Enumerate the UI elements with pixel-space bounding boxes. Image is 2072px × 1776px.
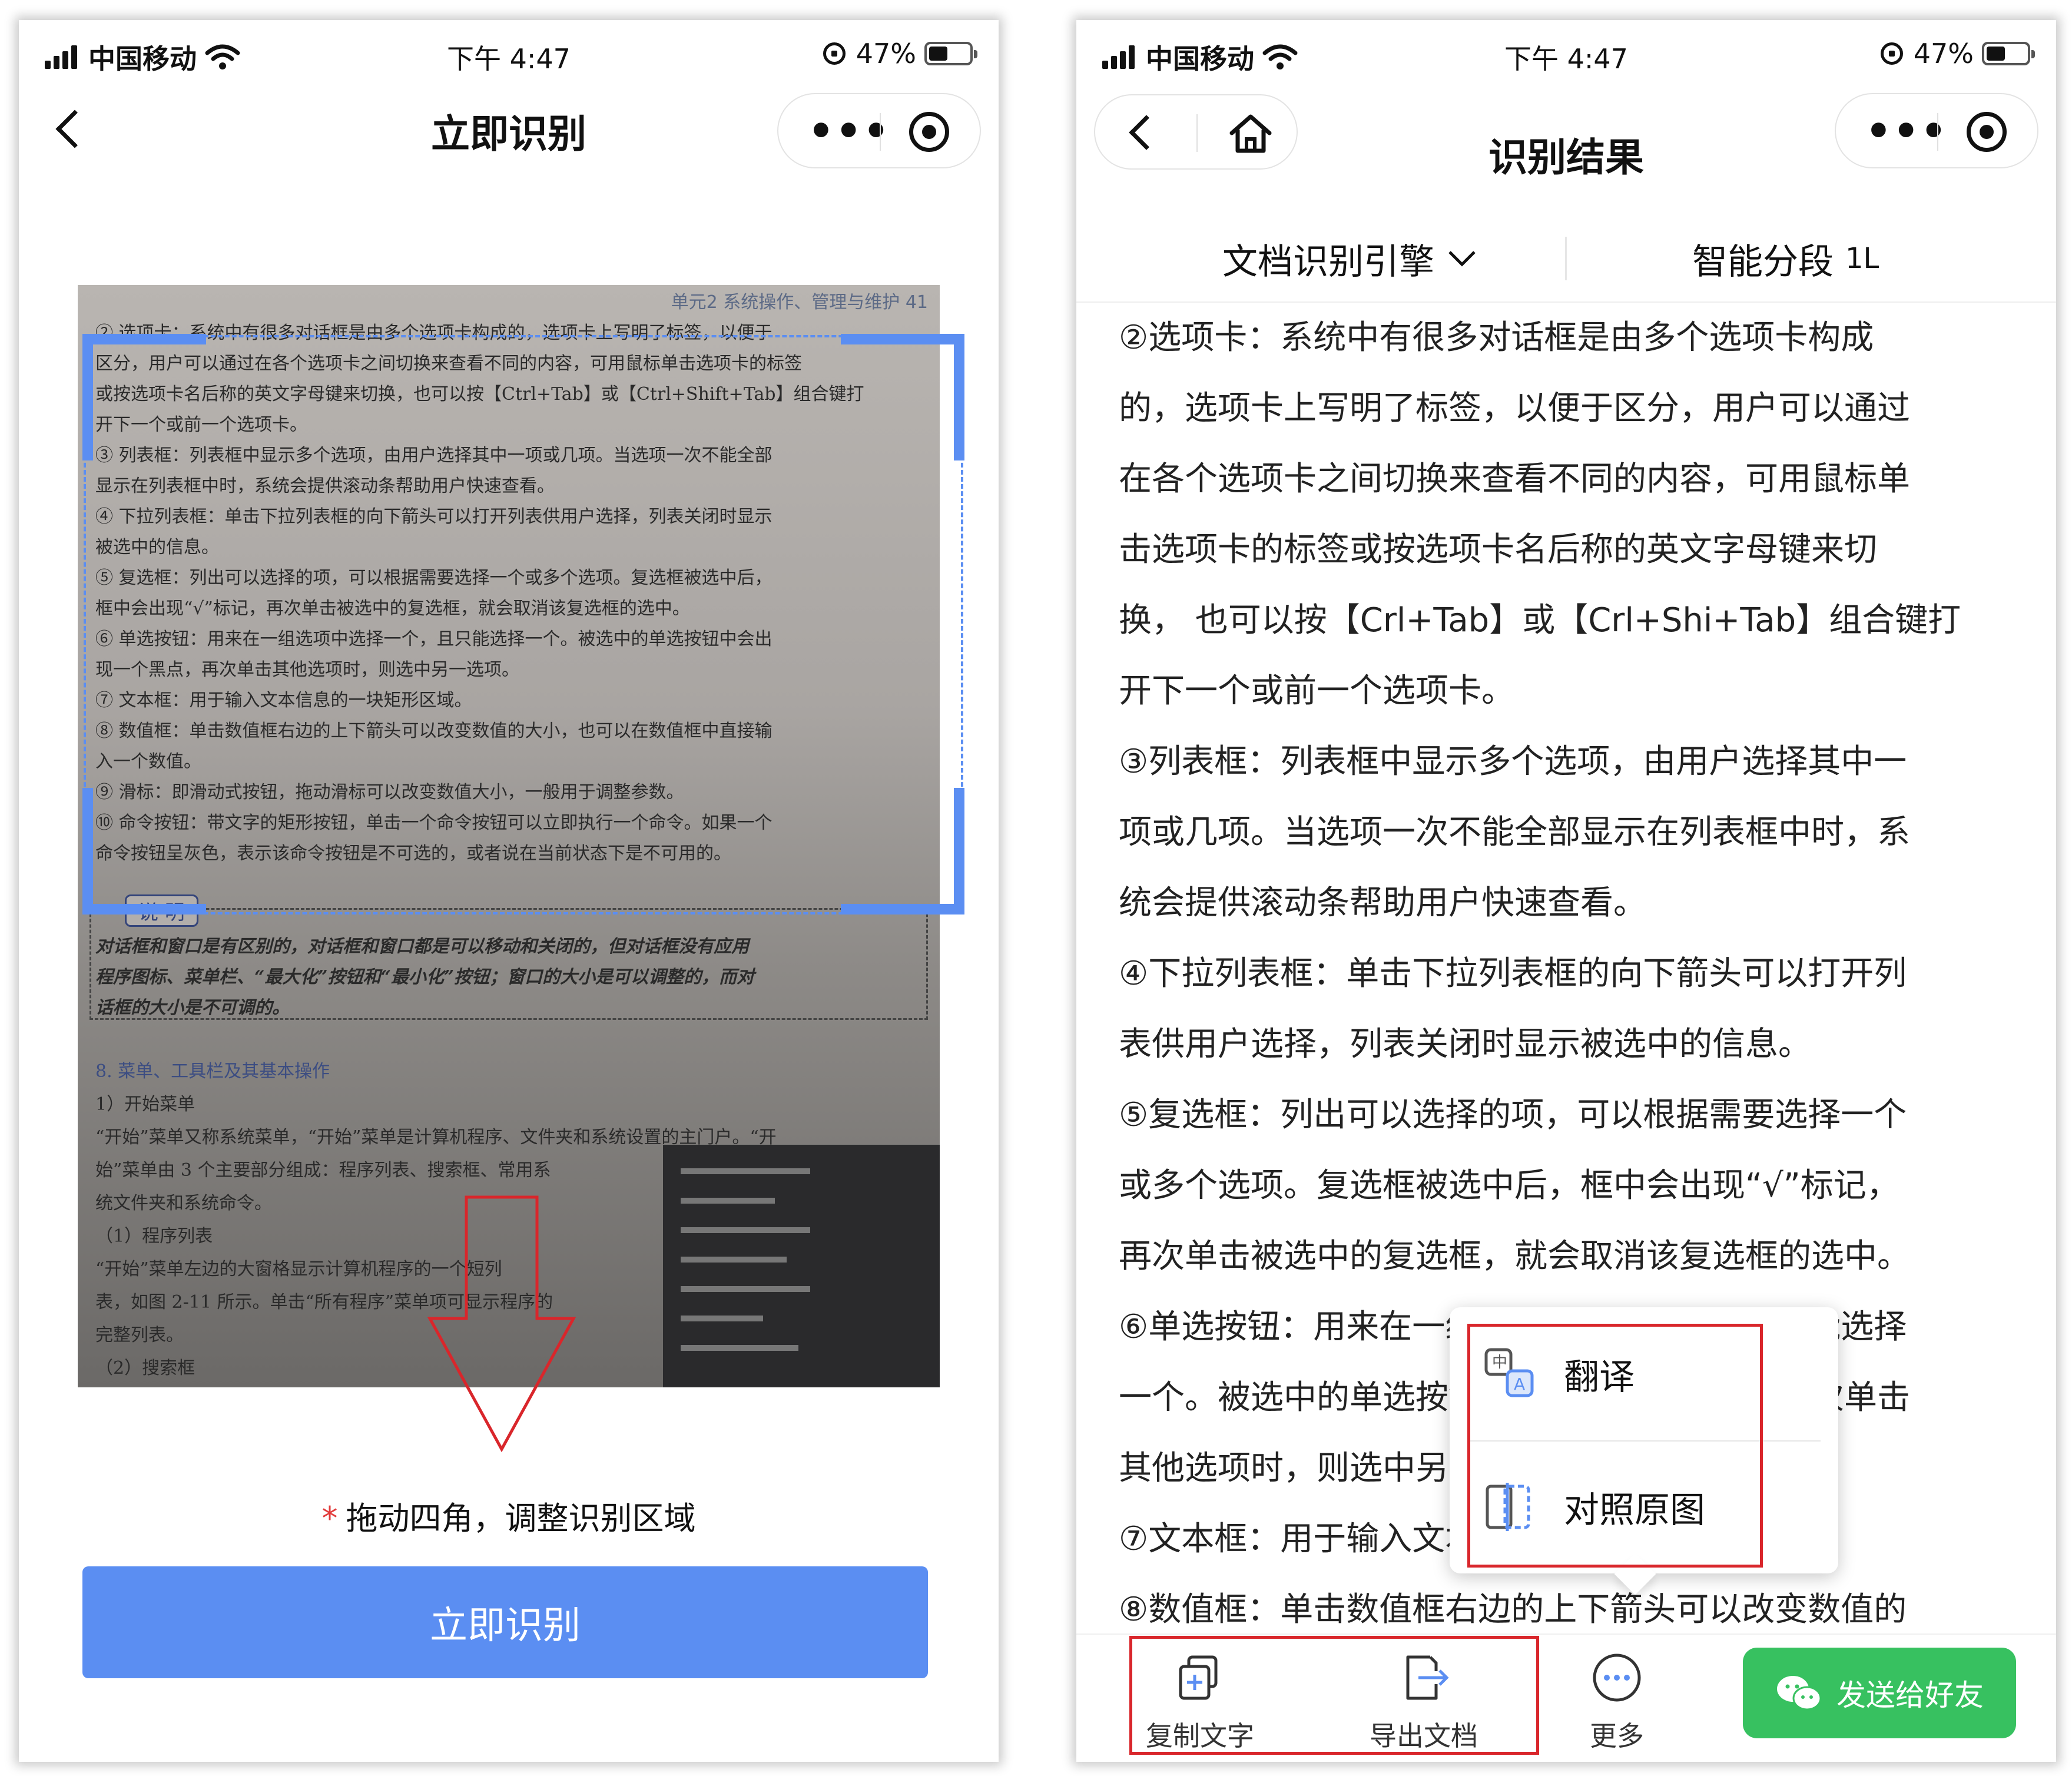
phone-screen-result: 中国移动 下午 4:47 47% 识别结果 ••• 文档识别引擎 智能分段 1L… — [1076, 20, 2056, 1762]
red-arrow-annotation-icon — [427, 1195, 576, 1453]
engine-label: 文档识别引擎 — [1222, 241, 1434, 283]
photo-text-line: 8. 菜单、工具栏及其基本操作 — [95, 1061, 330, 1082]
crop-handle-top-left-v[interactable] — [82, 334, 93, 460]
crop-handle-bottom-right-v[interactable] — [954, 788, 964, 914]
hint-text: * 拖动四角，调整识别区域 — [19, 1492, 999, 1539]
highlight-box-menu — [1467, 1324, 1763, 1568]
photo-page-header: 单元2 系统操作、管理与维护 41 — [671, 292, 928, 313]
result-line: ②选项卡：系统中有很多对话框是由多个选项卡构成 — [1119, 319, 1874, 357]
result-line: 或多个选项。复选框被选中后，框中会出现“√”标记， — [1119, 1167, 1899, 1205]
recognize-now-button[interactable]: 立即识别 — [82, 1566, 928, 1678]
rotation-lock-icon — [1880, 42, 1903, 65]
result-line: ⑤复选框：列出可以选择的项，可以根据需要选择一个 — [1119, 1096, 1907, 1134]
crop-handle-bottom-left[interactable] — [82, 904, 206, 914]
phone-screen-capture: 中国移动 下午 4:47 47% 立即识别 ••• 单元2 系统操作、管理与维护… — [19, 20, 999, 1762]
option-row: 文档识别引擎 智能分段 1L — [1076, 214, 2056, 303]
close-target-icon[interactable] — [1967, 112, 2007, 152]
result-line: 开下一个或前一个选项卡。 — [1119, 672, 1514, 710]
crop-handle-top-left[interactable] — [82, 334, 206, 344]
battery-icon — [1982, 42, 2035, 65]
wechat-icon — [1777, 1676, 1822, 1711]
crop-selection-frame[interactable] — [84, 335, 963, 914]
result-line: 再次单击被选中的复选框，就会取消该复选框的选中。 — [1119, 1237, 1910, 1275]
more-button[interactable]: 更多 — [1558, 1633, 1676, 1762]
result-line: 换， 也可以按【Crl+Tab】或【Crl+Shi+Tab】组合键打 — [1119, 601, 1961, 640]
crop-handle-top-right-v[interactable] — [954, 334, 964, 460]
sort-icon: 1L — [1845, 242, 1879, 275]
rotation-lock-icon — [823, 42, 846, 65]
crop-handle-top-right[interactable] — [841, 334, 964, 344]
note-box — [89, 908, 928, 1020]
result-line: 表供用户选择，列表关闭时显示被选中的信息。 — [1119, 1025, 1811, 1063]
result-line: ④下拉列表框：单击下拉列表框的向下箭头可以打开列 — [1119, 955, 1907, 993]
result-line: 击选项卡的标签或按选项卡名后称的英文字母键来切 — [1119, 531, 1877, 569]
more-dots-icon[interactable]: ••• — [808, 111, 890, 152]
status-bar: 中国移动 下午 4:47 47% — [19, 20, 999, 85]
start-menu-screenshot — [663, 1145, 940, 1387]
mini-program-capsule: ••• — [777, 93, 981, 168]
result-line: 在各个选项卡之间切换来查看不同的内容，可用鼠标单 — [1119, 460, 1910, 498]
photo-text-line: 1）开始菜单 — [95, 1094, 195, 1115]
send-to-friend-button[interactable]: 发送给好友 — [1743, 1648, 2016, 1738]
battery-percent: 47% — [1913, 38, 1974, 69]
result-line: 的，选项卡上写明了标签，以便于区分，用户可以通过 — [1119, 389, 1910, 428]
mini-program-capsule: ••• — [1835, 93, 2038, 168]
battery-icon — [924, 42, 977, 65]
crop-handle-bottom-right[interactable] — [841, 904, 964, 914]
segment-label: 智能分段 — [1692, 241, 1834, 283]
more-label: 更多 — [1590, 1720, 1644, 1752]
crop-handle-bottom-left-v[interactable] — [82, 788, 93, 914]
smart-segment-toggle[interactable]: 智能分段 1L — [1692, 214, 1879, 303]
highlight-box-toolbar — [1129, 1636, 1539, 1755]
more-dots-icon[interactable]: ••• — [1865, 111, 1948, 152]
close-target-icon[interactable] — [909, 112, 949, 152]
hint-label: 拖动四角，调整识别区域 — [346, 1500, 696, 1537]
send-to-friend-label: 发送给好友 — [1836, 1678, 1984, 1712]
engine-dropdown[interactable]: 文档识别引擎 — [1222, 214, 1477, 303]
more-circle-icon — [1593, 1654, 1641, 1702]
battery-percent: 47% — [856, 38, 916, 69]
hint-star: * — [321, 1500, 338, 1537]
photo-text-line: 始”菜单由 3 个主要部分组成：程序列表、搜索框、常用系 — [95, 1160, 551, 1181]
result-line: 统会提供滚动条帮助用户快速查看。 — [1119, 884, 1646, 922]
result-line: ③列表框：列表框中显示多个选项，由用户选择其中一 — [1119, 743, 1907, 781]
status-bar: 中国移动 下午 4:47 47% — [1076, 20, 2056, 85]
chevron-down-icon — [1448, 251, 1476, 267]
result-line: 项或几项。当选项一次不能全部显示在列表框中时，系 — [1119, 813, 1910, 851]
